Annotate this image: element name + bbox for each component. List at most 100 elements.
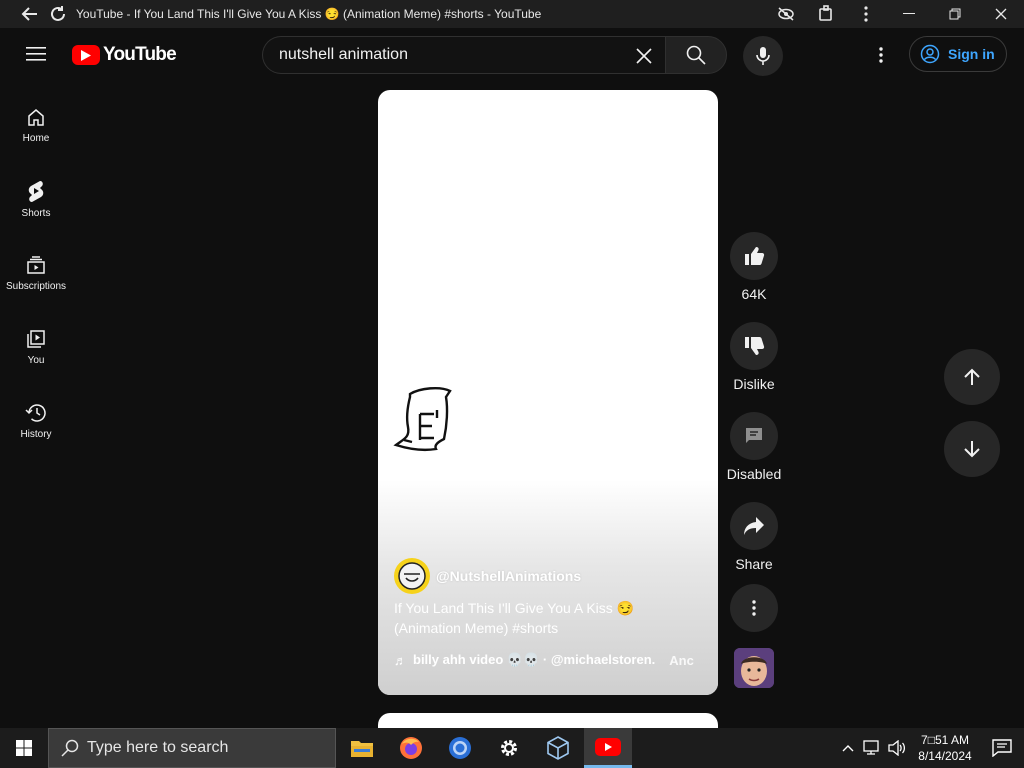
gear-icon bbox=[501, 740, 517, 756]
firefox-icon bbox=[400, 737, 422, 759]
sign-in-label: Sign in bbox=[948, 46, 995, 62]
browser-menu-button[interactable] bbox=[846, 0, 886, 28]
channel-name[interactable]: @NutshellAnimations bbox=[436, 568, 581, 584]
share-action: Share bbox=[726, 502, 782, 572]
sign-in-button[interactable]: Sign in bbox=[909, 36, 1007, 72]
music-info[interactable]: ♬ billy ahh video 💀💀 · @michaelstoren. A… bbox=[394, 652, 704, 668]
sound-thumbnail[interactable] bbox=[734, 648, 774, 688]
share-label: Share bbox=[735, 556, 773, 572]
puzzle-icon bbox=[819, 5, 832, 21]
history-icon bbox=[25, 403, 46, 422]
search-input[interactable] bbox=[279, 46, 619, 64]
arrow-up-icon bbox=[964, 368, 980, 385]
clock-time: 7□51 AM bbox=[921, 733, 969, 747]
music-text: billy ahh video 💀💀 · @michaelstoren. bbox=[413, 652, 656, 667]
network-icon bbox=[863, 740, 879, 755]
previous-video-button[interactable] bbox=[944, 349, 1000, 405]
share-button[interactable] bbox=[730, 502, 778, 550]
reload-button[interactable] bbox=[44, 0, 72, 28]
guide-menu-button[interactable] bbox=[18, 36, 54, 72]
like-button[interactable] bbox=[730, 232, 778, 280]
thumbs-up-icon bbox=[745, 247, 765, 265]
home-icon bbox=[28, 108, 44, 126]
microphone-icon bbox=[756, 47, 770, 65]
volume-button[interactable] bbox=[884, 728, 910, 768]
taskbar-settings[interactable] bbox=[485, 728, 533, 768]
sidebar-item-shorts[interactable]: Shorts bbox=[0, 162, 72, 236]
shorts-video-player[interactable]: @NutshellAnimations If You Land This I'l… bbox=[378, 90, 718, 695]
windows-taskbar: Type here to search 7□51 AM 8/14/2024 bbox=[0, 728, 1024, 768]
clock-date: 8/14/2024 bbox=[918, 749, 972, 763]
you-library-icon bbox=[27, 329, 45, 348]
dislike-button[interactable] bbox=[730, 322, 778, 370]
taskbar-clock[interactable]: 7□51 AM 8/14/2024 bbox=[910, 732, 980, 764]
taskbar-search-placeholder: Type here to search bbox=[87, 739, 229, 756]
system-tray: 7□51 AM 8/14/2024 bbox=[836, 728, 1024, 768]
more-actions-button[interactable] bbox=[730, 584, 778, 632]
comments-button[interactable] bbox=[730, 412, 778, 460]
clear-search-button[interactable] bbox=[629, 41, 659, 71]
restore-button[interactable] bbox=[932, 0, 978, 28]
taskbar-search-box[interactable]: Type here to search bbox=[48, 728, 336, 768]
browser-title-bar: YouTube - If You Land This I'll Give You… bbox=[0, 0, 1024, 28]
sidebar-item-label: You bbox=[27, 354, 45, 366]
sidebar-item-history[interactable]: History bbox=[0, 384, 72, 458]
comment-icon bbox=[746, 428, 762, 443]
settings-more-button[interactable] bbox=[866, 40, 896, 70]
minimize-button[interactable] bbox=[886, 0, 932, 28]
search-icon bbox=[686, 45, 706, 65]
vertical-dots-icon bbox=[879, 47, 883, 63]
folder-icon bbox=[351, 741, 373, 757]
back-button[interactable] bbox=[16, 0, 44, 28]
sidebar-item-home[interactable]: Home bbox=[0, 88, 72, 162]
like-count: 64K bbox=[741, 286, 767, 302]
extensions-button[interactable] bbox=[806, 0, 846, 28]
youtube-logo[interactable]: YouTube bbox=[72, 44, 177, 66]
back-arrow-icon bbox=[21, 7, 37, 21]
taskbar-file-explorer[interactable] bbox=[338, 728, 386, 768]
notifications-button[interactable] bbox=[980, 728, 1024, 768]
mini-guide-sidebar: Home Shorts Subscriptions You History bbox=[0, 88, 72, 458]
taskbar-firefox[interactable] bbox=[387, 728, 435, 768]
channel-info: @NutshellAnimations bbox=[394, 558, 581, 594]
video-frame-drawing bbox=[393, 386, 452, 452]
taskbar-3d-viewer[interactable] bbox=[534, 728, 582, 768]
sidebar-item-label: History bbox=[20, 428, 52, 440]
next-video-button[interactable] bbox=[944, 421, 1000, 477]
start-button[interactable] bbox=[0, 728, 48, 768]
clear-x-icon bbox=[636, 48, 652, 64]
window-controls bbox=[766, 0, 1024, 28]
search-icon bbox=[61, 739, 79, 757]
tracking-prevention-button[interactable] bbox=[766, 0, 806, 28]
dislike-action: Dislike bbox=[726, 322, 782, 392]
taskbar-youtube-app[interactable] bbox=[584, 728, 632, 768]
sidebar-item-subscriptions[interactable]: Subscriptions bbox=[0, 236, 72, 310]
cube-icon bbox=[547, 736, 569, 760]
show-hidden-icons-button[interactable] bbox=[836, 728, 860, 768]
youtube-header: YouTube Sign in bbox=[0, 28, 1024, 80]
voice-search-button[interactable] bbox=[743, 36, 783, 76]
music-text-overflow: Anc bbox=[669, 652, 694, 668]
chrome-icon bbox=[449, 737, 471, 759]
like-action: 64K bbox=[726, 232, 782, 302]
subscriptions-icon bbox=[27, 255, 45, 274]
video-title[interactable]: If You Land This I'll Give You A Kiss 😏 … bbox=[394, 598, 694, 638]
sidebar-item-you[interactable]: You bbox=[0, 310, 72, 384]
search-button[interactable] bbox=[665, 36, 727, 74]
close-window-button[interactable] bbox=[978, 0, 1024, 28]
window-title: YouTube - If You Land This I'll Give You… bbox=[76, 7, 542, 21]
network-button[interactable] bbox=[860, 728, 884, 768]
screen: YouTube - If You Land This I'll Give You… bbox=[0, 0, 1024, 768]
taskbar-chrome[interactable] bbox=[436, 728, 484, 768]
comments-action: Disabled bbox=[726, 412, 782, 482]
dislike-label: Dislike bbox=[733, 376, 775, 392]
shorts-actions: 64K Dislike Disabled Share bbox=[726, 232, 782, 592]
speaker-icon bbox=[888, 740, 906, 756]
nutshell-face-icon bbox=[398, 562, 426, 590]
channel-avatar[interactable] bbox=[394, 558, 430, 594]
notification-icon bbox=[992, 739, 1012, 757]
logo-text: YouTube bbox=[103, 44, 177, 65]
close-icon bbox=[995, 8, 1007, 20]
account-circle-icon bbox=[920, 44, 940, 64]
hamburger-icon bbox=[26, 47, 46, 61]
